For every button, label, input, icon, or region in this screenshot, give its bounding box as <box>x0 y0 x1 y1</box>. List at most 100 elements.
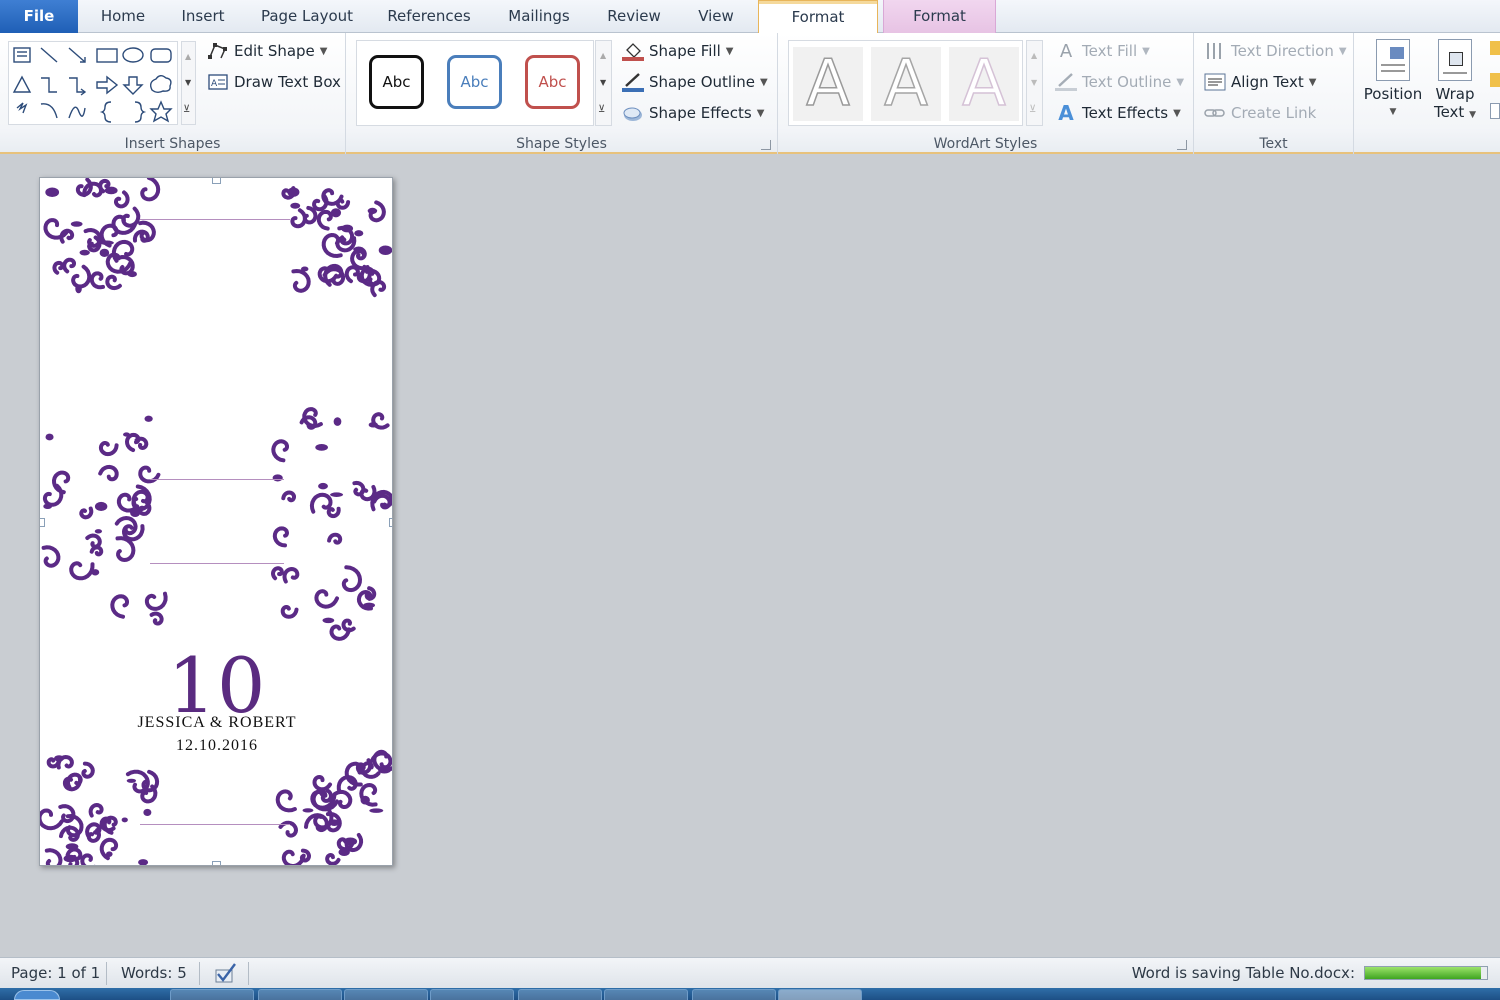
taskbar-app-button[interactable] <box>692 989 776 1000</box>
couple-names[interactable]: JESSICA & ROBERT <box>40 714 392 732</box>
edit-shape-button[interactable]: Edit Shape ▼ <box>207 41 328 61</box>
status-separator <box>248 962 249 985</box>
dialog-launcher-icon[interactable] <box>1177 140 1187 150</box>
group-shape-styles: Abc Abc Abc ▲ ▼ ⊻ Shape Fill ▼ Shape Out… <box>346 33 778 154</box>
chevron-down-icon: ▼ <box>725 45 734 57</box>
word-count[interactable]: Words: 5 <box>121 958 187 989</box>
chevron-down-icon: ▼ <box>1142 45 1150 57</box>
text-outline-label: Text Outline <box>1082 73 1172 91</box>
shape-fill-label: Shape Fill <box>649 42 721 60</box>
event-date[interactable]: 12.10.2016 <box>40 737 392 755</box>
wordart-gallery[interactable]: A A A <box>788 40 1023 126</box>
tab-page-layout[interactable]: Page Layout <box>253 0 361 33</box>
status-separator <box>106 962 107 985</box>
wordart-style-thumb[interactable]: A <box>871 46 941 122</box>
shape-style-thumb-blue[interactable]: Abc <box>447 55 502 109</box>
group-insert-shapes: ▲ ▼ ⊻ Edit Shape ▼ A Draw Text Box Inser… <box>0 33 346 154</box>
tab-picture-format[interactable]: Format <box>883 0 996 33</box>
wrap-label-line1: Wrap <box>1435 85 1475 103</box>
taskbar-app-button[interactable] <box>258 989 342 1000</box>
taskbar-app-button[interactable] <box>430 989 514 1000</box>
start-button[interactable] <box>14 990 60 1000</box>
divider-line <box>150 563 284 564</box>
shape-styles-gallery-scroll[interactable]: ▲ ▼ ⊻ <box>595 40 612 126</box>
page-count[interactable]: Page: 1 of 1 <box>11 958 100 989</box>
align-text-icon <box>1204 72 1226 92</box>
text-effects-button[interactable]: A Text Effects ▼ <box>1055 101 1181 125</box>
status-bar: Page: 1 of 1 Words: 5 Word is saving Tab… <box>0 957 1500 988</box>
damask-ornament <box>40 754 160 865</box>
tab-home[interactable]: Home <box>92 0 154 33</box>
chevron-down-icon: ▼ <box>756 107 765 119</box>
document-page[interactable]: 10 JESSICA & ROBERT 12.10.2016 <box>39 177 393 866</box>
text-direction-icon <box>1204 41 1226 61</box>
saving-status: Word is saving Table No.docx: <box>1131 964 1355 982</box>
align-text-label: Align Text <box>1231 73 1304 91</box>
proofing-check-icon[interactable] <box>210 958 238 989</box>
tab-review[interactable]: Review <box>598 0 670 33</box>
shapes-gallery-scroll[interactable]: ▲ ▼ ⊻ <box>181 41 196 125</box>
wordart-style-thumb[interactable]: A <box>793 46 863 122</box>
pencil-outline-icon <box>622 72 644 92</box>
divider-line <box>140 219 290 220</box>
taskbar-app-button[interactable] <box>604 989 688 1000</box>
wrap-text-icon <box>1438 39 1472 81</box>
tab-references[interactable]: References <box>378 0 480 33</box>
taskbar-app-button[interactable] <box>518 989 602 1000</box>
shape-effects-label: Shape Effects <box>649 104 752 122</box>
position-label: Position <box>1363 85 1423 103</box>
wordart-gallery-scroll[interactable]: ▲ ▼ ⊻ <box>1026 40 1043 126</box>
resize-handle-top[interactable] <box>212 178 221 184</box>
text-fill-label: Text Fill <box>1082 42 1138 60</box>
taskbar-app-button[interactable] <box>170 989 254 1000</box>
damask-ornament <box>43 178 161 294</box>
windows-taskbar <box>0 988 1500 1000</box>
tab-insert[interactable]: Insert <box>170 0 236 33</box>
shape-styles-gallery[interactable]: Abc Abc Abc <box>356 40 594 126</box>
dialog-launcher-icon[interactable] <box>761 140 771 150</box>
group-label-wordart-styles: WordArt Styles <box>933 136 1038 152</box>
wrap-label-line2: Text ▼ <box>1433 103 1477 121</box>
tab-view[interactable]: View <box>686 0 746 33</box>
tab-mailings[interactable]: Mailings <box>497 0 581 33</box>
text-outline-icon <box>1055 72 1077 92</box>
shape-style-thumb-red[interactable]: Abc <box>525 55 580 109</box>
tab-file[interactable]: File <box>0 0 78 33</box>
group-label-text: Text <box>1259 136 1288 152</box>
shapes-gallery[interactable] <box>8 41 178 125</box>
align-text-button[interactable]: Align Text ▼ <box>1204 72 1316 92</box>
position-button[interactable]: Position ▼ <box>1362 39 1424 121</box>
text-outline-button[interactable]: Text Outline ▼ <box>1055 72 1184 92</box>
resize-handle-bottom[interactable] <box>212 861 221 865</box>
resize-handle-right[interactable] <box>389 518 392 527</box>
edit-shape-label: Edit Shape <box>234 42 315 60</box>
resize-handle-left[interactable] <box>40 518 45 527</box>
shape-effects-button[interactable]: Shape Effects ▼ <box>622 103 764 123</box>
text-fill-button[interactable]: A Text Fill ▼ <box>1055 40 1150 62</box>
bring-forward-icon[interactable] <box>1490 41 1500 55</box>
text-direction-button[interactable]: Text Direction ▼ <box>1204 41 1347 61</box>
shape-fill-button[interactable]: Shape Fill ▼ <box>622 41 733 61</box>
damask-ornament <box>41 415 168 626</box>
link-icon <box>1204 103 1226 123</box>
damask-ornament <box>270 407 392 641</box>
shape-style-thumb-black[interactable]: Abc <box>369 55 424 109</box>
chevron-down-icon: ▼ <box>1173 107 1181 119</box>
create-link-label: Create Link <box>1231 104 1317 122</box>
group-text: Text Direction ▼ Align Text ▼ Create Lin… <box>1194 33 1354 154</box>
damask-ornaments <box>40 178 392 865</box>
chevron-down-icon: ▼ <box>319 45 328 57</box>
text-fill-icon: A <box>1059 40 1073 62</box>
wrap-text-button[interactable]: Wrap Text ▼ <box>1428 39 1482 124</box>
tab-drawing-format[interactable]: Format <box>758 0 878 34</box>
wordart-style-thumb[interactable]: A <box>949 46 1019 122</box>
create-link-button[interactable]: Create Link <box>1204 103 1316 123</box>
draw-text-box-button[interactable]: A Draw Text Box <box>207 72 341 92</box>
send-backward-icon[interactable] <box>1490 73 1500 87</box>
shapes-gallery-icons <box>12 47 173 123</box>
draw-text-box-label: Draw Text Box <box>234 73 341 91</box>
taskbar-app-button[interactable] <box>344 989 428 1000</box>
taskbar-word-button[interactable] <box>778 989 862 1000</box>
selection-pane-icon[interactable] <box>1490 103 1500 119</box>
shape-outline-button[interactable]: Shape Outline ▼ <box>622 72 768 92</box>
